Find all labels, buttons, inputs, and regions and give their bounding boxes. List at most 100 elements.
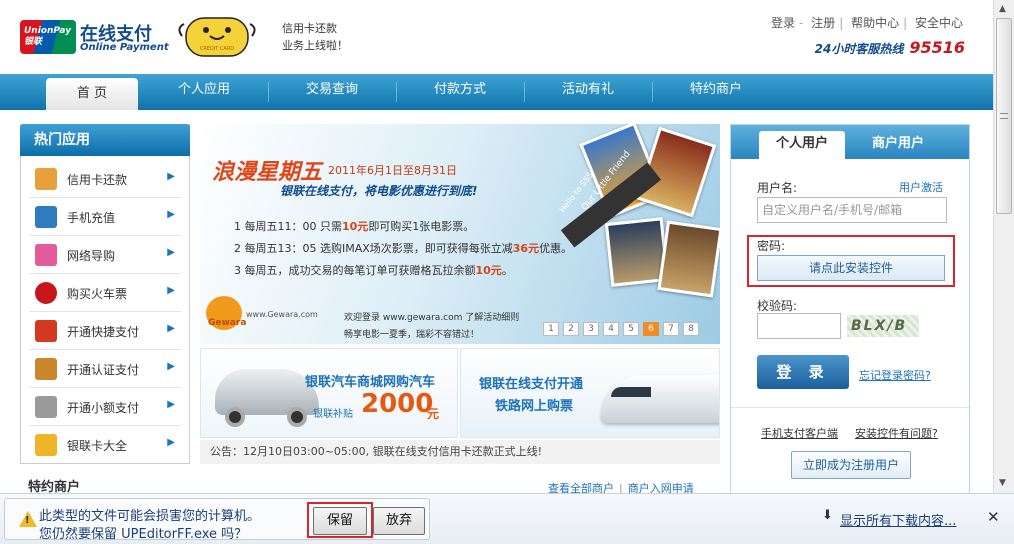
svg-text:CREDIT CARD: CREDIT CARD [200,46,234,52]
forgot-password-link[interactable]: 忘记登录密码? [859,367,931,383]
login-tabs: 个人用户 商户用户 [731,125,969,159]
security-center-link[interactable]: 安全中心 [915,16,963,30]
mobile-client-link[interactable]: 手机支付客户端 [761,425,838,441]
chevron-right-icon: ▶ [167,171,175,182]
rail-ad-line-1: 银联在线支付开通 [479,377,584,392]
banner-footer-line-1: 欢迎登录 www.gewara.com 了解活动细则 [344,313,520,323]
hotline-number: 95516 [909,38,965,57]
login-link[interactable]: 登录 [771,16,795,30]
close-icon[interactable]: ✕ [987,508,1000,526]
captcha-label: 校验码: [757,299,798,313]
help-center-link[interactable]: 帮助中心 [851,16,899,30]
captcha-image[interactable]: BLX/B [847,315,919,337]
captcha-input[interactable] [757,313,841,339]
sidebar-item-micro-pay[interactable]: 开通小额支付 ▶ [29,388,181,426]
sidebar-item-mobile-topup[interactable]: 手机充值 ▶ [29,198,181,236]
banner-page-2[interactable]: 2 [563,322,579,336]
nav-merchants[interactable]: 特约商户 [652,74,780,110]
banner-page-6[interactable]: 6 [643,322,659,336]
hot-apps-title: 热门应用 [20,124,190,156]
announcement-bar[interactable]: 公告：12月10日03:00~05:00, 银联在线支付信用卡还款正式上线! [200,440,720,464]
register-button[interactable]: 立即成为注册用户 [791,451,911,479]
unionpay-logo[interactable]: UnionPay 银联 [20,20,76,54]
control-help-link[interactable]: 安装控件有问题? [855,425,938,441]
banner-date: 2011年6月1日至8月31日 [328,164,457,177]
chevron-right-icon: ▶ [167,285,175,296]
gewara-logo: Gewara [208,318,247,328]
movie-poster-image [657,220,720,298]
train-image [601,375,719,423]
login-divider [731,407,969,408]
banner-page-5[interactable]: 5 [623,322,639,336]
banner-offer-1: 1 每周五11：00 只需10元即可购买1张电影票。 [234,220,475,233]
username-label: 用户名: [757,181,798,195]
download-warning-panel: ! 此类型的文件可能会损害您的计算机。 您仍然要保留 UPEditorFF.ex… [4,498,430,542]
mobile-phone-icon [35,206,57,228]
vertical-scrollbar[interactable]: ▲ ▼ [993,0,1014,493]
banner-page-1[interactable]: 1 [543,322,559,336]
promo-banner[interactable]: 浪漫星期五 2011年6月1日至8月31日 银联在线支付，将电影优惠进行到底! … [200,124,720,344]
download-notification-bar: ! 此类型的文件可能会损害您的计算机。 您仍然要保留 UPEditorFF.ex… [0,493,1014,544]
user-activate-link[interactable]: 用户激活 [899,179,943,195]
rail-ad-line-2: 铁路网上购票 [495,399,574,414]
banner-page-4[interactable]: 4 [603,322,619,336]
nav-promotions[interactable]: 活动有礼 [524,74,652,110]
nav-personal-apps[interactable]: 个人应用 [140,74,268,110]
tab-personal-user[interactable]: 个人用户 [759,131,845,159]
register-link[interactable]: 注册 [811,16,835,30]
sidebar-item-credit-card-repay[interactable]: 信用卡还款 ▶ [29,160,181,198]
scroll-down-arrow-icon[interactable]: ▼ [999,478,1006,488]
sidebar-item-card-collection[interactable]: 银联卡大全 ▶ [29,426,181,464]
car-ad-subsidy-label: 银联补贴 [313,409,353,420]
keep-button[interactable]: 保留 [313,507,367,535]
car-ad-amount: 2000 [361,389,434,419]
nav-home[interactable]: 首 页 [46,78,138,110]
chevron-right-icon: ▶ [167,437,175,448]
site-header: UnionPay 银联 在线支付 Online Payment CREDIT C… [0,0,993,74]
scroll-thumb[interactable] [996,18,1012,214]
sidebar-item-online-shopping[interactable]: 网络导购 ▶ [29,236,181,274]
card-collection-icon [35,434,57,456]
train-window [611,387,651,397]
movie-photo-collage: Our Little Friend Hello to SSS [550,124,720,344]
credit-card-icon [35,168,57,190]
banner-offer-2: 2 每周五13：05 选购IMAX场次影票，即可获得每张立减36元优惠。 [234,242,573,255]
top-links: 登录 - 注册 | 帮助中心 | 安全中心 [771,16,963,30]
nav-payment-methods[interactable]: 付款方式 [396,74,524,110]
banner-footer-line-2: 畅享电影一夏季，瑞彩不容错过！ [344,330,480,340]
certified-pay-icon [35,358,57,380]
car-wheel [287,407,307,427]
chevron-right-icon: ▶ [167,209,175,220]
banner-page-8[interactable]: 8 [683,322,699,336]
nav-transaction-query[interactable]: 交易查询 [268,74,396,110]
car-mall-ad[interactable]: 银联汽车商城网购汽车 银联补贴 2000 元 [200,348,458,438]
warning-exclamation-icon: ! [25,515,30,526]
railway-ticket-ad[interactable]: 银联在线支付开通 铁路网上购票 [460,348,720,438]
chevron-right-icon: ▶ [167,323,175,334]
tab-merchant-user[interactable]: 商户用户 [855,131,941,159]
service-hotline: 24小时客服热线 95516 [814,38,965,57]
sidebar-item-quick-pay[interactable]: 开通快捷支付 ▶ [29,312,181,350]
logo-subtitle: Online Payment [80,42,169,53]
install-control-button[interactable]: 请点此安装控件 [757,255,945,281]
shopping-icon [35,244,57,266]
banner-page-7[interactable]: 7 [663,322,679,336]
sidebar-item-certified-pay[interactable]: 开通认证支付 ▶ [29,350,181,388]
chevron-right-icon: ▶ [167,247,175,258]
discard-button[interactable]: 放弃 [373,507,425,535]
scroll-up-arrow-icon[interactable]: ▲ [999,4,1006,14]
banner-pagination: 12345678 [543,320,703,336]
download-warning-line-1: 此类型的文件可能会损害您的计算机。 [39,509,261,524]
username-input[interactable]: 自定义用户名/手机号/邮箱 [757,197,947,223]
show-all-downloads-link[interactable]: 显示所有下载内容... [840,510,956,529]
car-wheel [225,407,245,427]
credit-card-mascot-icon[interactable]: CREDIT CARD [176,14,258,60]
login-button[interactable]: 登 录 [757,355,849,389]
sidebar-item-train-tickets[interactable]: 购买火车票 ▶ [29,274,181,312]
micro-pay-icon [35,396,57,418]
chevron-right-icon: ▶ [167,399,175,410]
download-arrow-icon: ⬇ [822,508,833,523]
main-nav: 首 页 个人应用 交易查询 付款方式 活动有礼 特约商户 [0,74,993,110]
banner-page-3[interactable]: 3 [583,322,599,336]
promo-text[interactable]: 信用卡还款 业务上线啦！ [282,20,348,54]
